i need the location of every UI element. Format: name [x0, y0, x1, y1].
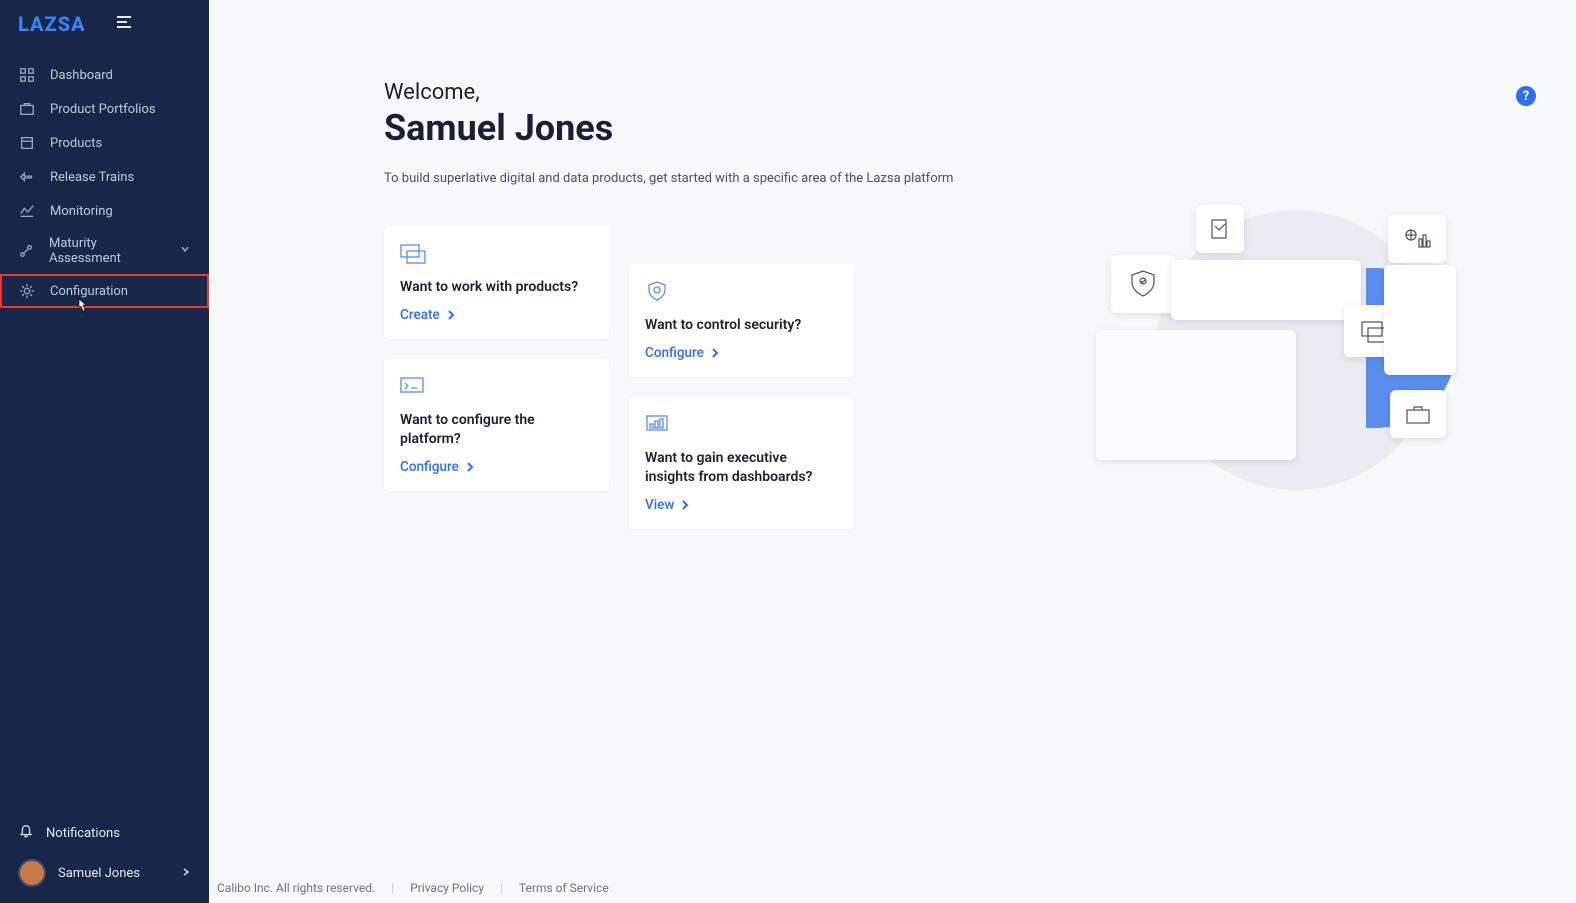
sidebar-notifications[interactable]: Notifications: [0, 815, 209, 851]
sidebar-footer: Notifications Samuel Jones: [0, 815, 209, 903]
sidebar-item-products[interactable]: Products: [0, 126, 209, 160]
footer-copyright: Calibo Inc. All rights reserved.: [217, 881, 375, 895]
user-name: Samuel Jones: [58, 866, 140, 881]
card-title: Want to work with products?: [400, 278, 593, 297]
sidebar-item-label: Dashboard: [50, 68, 113, 83]
sidebar-item-label: Release Trains: [50, 170, 134, 185]
bell-icon: [18, 823, 34, 843]
sidebar-item-label: Maturity Assessment: [49, 236, 165, 266]
sidebar-item-dashboard[interactable]: Dashboard: [0, 58, 209, 92]
footer-privacy-link[interactable]: Privacy Policy: [410, 881, 484, 895]
card-platform: Want to configure the platform? Configur…: [384, 359, 609, 491]
sidebar-item-label: Monitoring: [50, 204, 113, 219]
sidebar-user[interactable]: Samuel Jones: [0, 851, 209, 895]
monitoring-icon: [18, 202, 36, 220]
welcome-name: Samuel Jones: [384, 107, 1516, 149]
shield-icon: [645, 280, 671, 302]
card-action-view-insights[interactable]: View: [645, 497, 690, 513]
sidebar-item-release-trains[interactable]: Release Trains: [0, 160, 209, 194]
sidebar-item-label: Configuration: [50, 284, 128, 299]
card-action-configure-security[interactable]: Configure: [645, 345, 720, 361]
help-button[interactable]: ?: [1516, 86, 1536, 106]
brand-logo[interactable]: LAZSA: [18, 12, 86, 36]
card-title: Want to gain executive insights from das…: [645, 449, 838, 487]
release-trains-icon: [18, 168, 36, 186]
card-action-create[interactable]: Create: [400, 307, 456, 323]
page-footer: Calibo Inc. All rights reserved. | Priva…: [209, 873, 1576, 903]
card-title: Want to control security?: [645, 316, 838, 335]
sidebar-item-portfolios[interactable]: Product Portfolios: [0, 92, 209, 126]
sidebar-item-maturity[interactable]: Maturity Assessment: [0, 228, 209, 274]
sidebar-item-label: Product Portfolios: [50, 102, 156, 117]
card-title: Want to configure the platform?: [400, 411, 593, 449]
platform-card-icon: [400, 375, 426, 397]
chart-icon: [645, 413, 671, 435]
portfolio-icon: [18, 100, 36, 118]
sidebar: LAZSA Dashboard Product Portfolios Produ…: [0, 0, 209, 903]
card-insights: Want to gain executive insights from das…: [629, 397, 854, 529]
maturity-icon: [18, 242, 35, 260]
welcome-subtitle: To build superlative digital and data pr…: [384, 171, 1516, 186]
user-avatar: [18, 859, 46, 887]
cursor-icon: [74, 298, 88, 320]
welcome-block: Welcome, Samuel Jones To build superlati…: [384, 80, 1516, 186]
card-action-configure-platform[interactable]: Configure: [400, 459, 475, 475]
sidebar-nav: Dashboard Product Portfolios Products Re…: [0, 48, 209, 308]
hero-illustration: [1096, 200, 1456, 480]
sidebar-item-configuration[interactable]: Configuration: [0, 274, 209, 308]
sidebar-item-monitoring[interactable]: Monitoring: [0, 194, 209, 228]
main-content: ? Welcome, Samuel Jones To build superla…: [209, 0, 1576, 873]
welcome-greeting: Welcome,: [384, 80, 1516, 105]
chevron-right-icon: [181, 866, 191, 881]
chevron-down-icon: [179, 243, 191, 259]
footer-terms-link[interactable]: Terms of Service: [519, 881, 609, 895]
products-icon: [18, 134, 36, 152]
notifications-label: Notifications: [46, 826, 120, 841]
sidebar-item-label: Products: [50, 136, 102, 151]
dashboard-icon: [18, 66, 36, 84]
gear-icon: [18, 282, 36, 300]
card-products: Want to work with products? Create: [384, 226, 609, 339]
sidebar-collapse-icon[interactable]: [116, 13, 134, 35]
card-security: Want to control security? Configure: [629, 264, 854, 377]
products-card-icon: [400, 242, 426, 264]
